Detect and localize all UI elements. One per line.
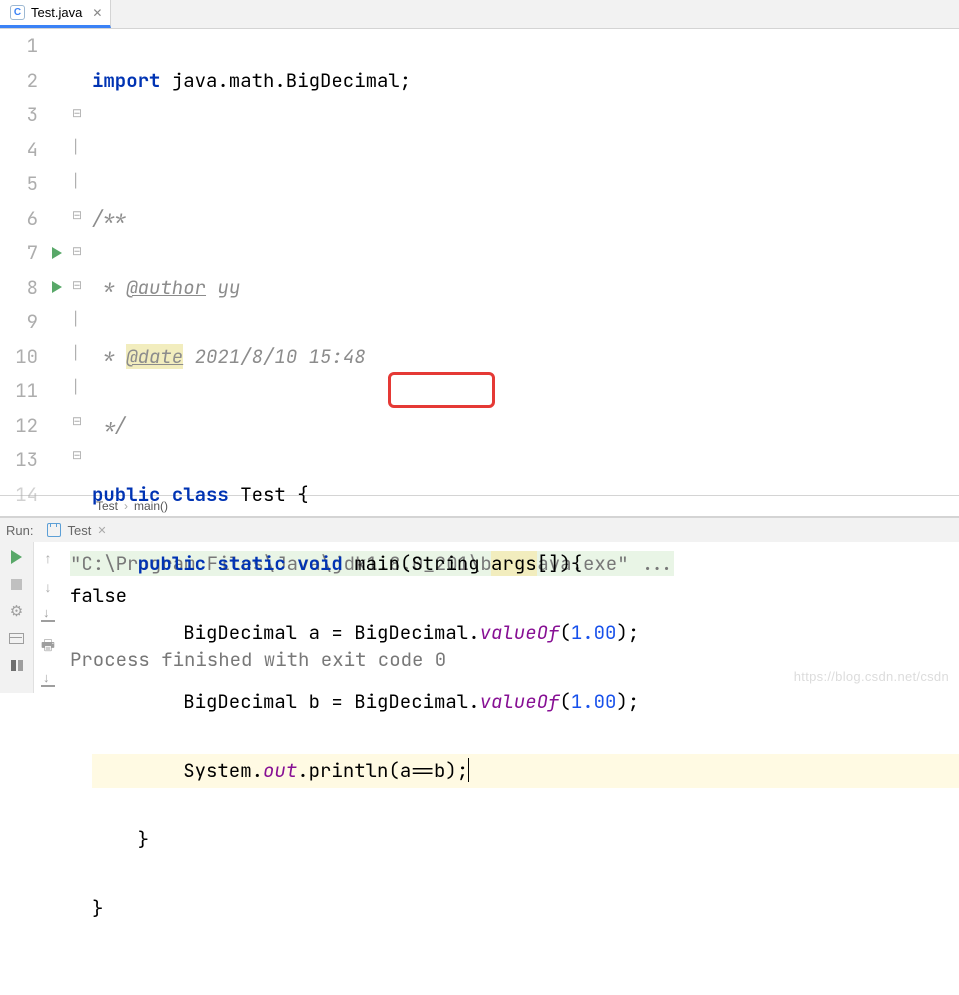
- application-icon: [47, 523, 61, 537]
- run-class-icon[interactable]: [52, 247, 62, 259]
- export-icon[interactable]: [41, 608, 55, 622]
- stop-button[interactable]: [8, 575, 26, 593]
- close-icon[interactable]: ✕: [92, 6, 102, 20]
- source-code[interactable]: import java.math.BigDecimal; /** * @auth…: [90, 29, 959, 495]
- file-tab-test-java[interactable]: Test.java ✕: [0, 0, 111, 28]
- code-editor[interactable]: 1 2 3 4 5 6 7 8 9 10 11 12 13 14 ⊟ │ │ ⊟…: [0, 29, 959, 495]
- run-gutter: [52, 29, 72, 495]
- print-icon[interactable]: 🖶: [41, 635, 55, 660]
- scroll-down-icon[interactable]: ↓: [45, 579, 52, 595]
- run-main-icon[interactable]: [52, 281, 62, 293]
- editor-tab-bar: Test.java ✕: [0, 0, 959, 29]
- layout-icon: [9, 633, 24, 644]
- gear-icon: ⚙: [10, 602, 23, 620]
- layout-button[interactable]: [8, 629, 26, 647]
- line-number-gutter: 1 2 3 4 5 6 7 8 9 10 11 12 13 14: [0, 29, 52, 495]
- java-class-icon: [10, 5, 25, 20]
- run-panel-label: Run:: [6, 523, 33, 538]
- settings-button[interactable]: ⚙: [8, 602, 26, 620]
- run-toolbar-left: ⚙: [0, 542, 34, 693]
- run-toolbar-console: ↑ ↓ 🖶: [34, 542, 62, 693]
- side-by-side-icon: [11, 660, 23, 671]
- play-icon: [11, 550, 22, 564]
- scroll-up-icon[interactable]: ↑: [45, 550, 52, 566]
- side-by-side-button[interactable]: [8, 656, 26, 674]
- fold-gutter: ⊟ │ │ ⊟ ⊟ ⊟ │ │ │ ⊟ ⊟: [72, 29, 90, 495]
- text-caret: [468, 758, 469, 782]
- stop-icon: [11, 579, 22, 590]
- run-config-name: Test: [67, 523, 91, 538]
- rerun-button[interactable]: [8, 548, 26, 566]
- file-tab-label: Test.java: [31, 5, 82, 20]
- save-icon[interactable]: [41, 673, 55, 687]
